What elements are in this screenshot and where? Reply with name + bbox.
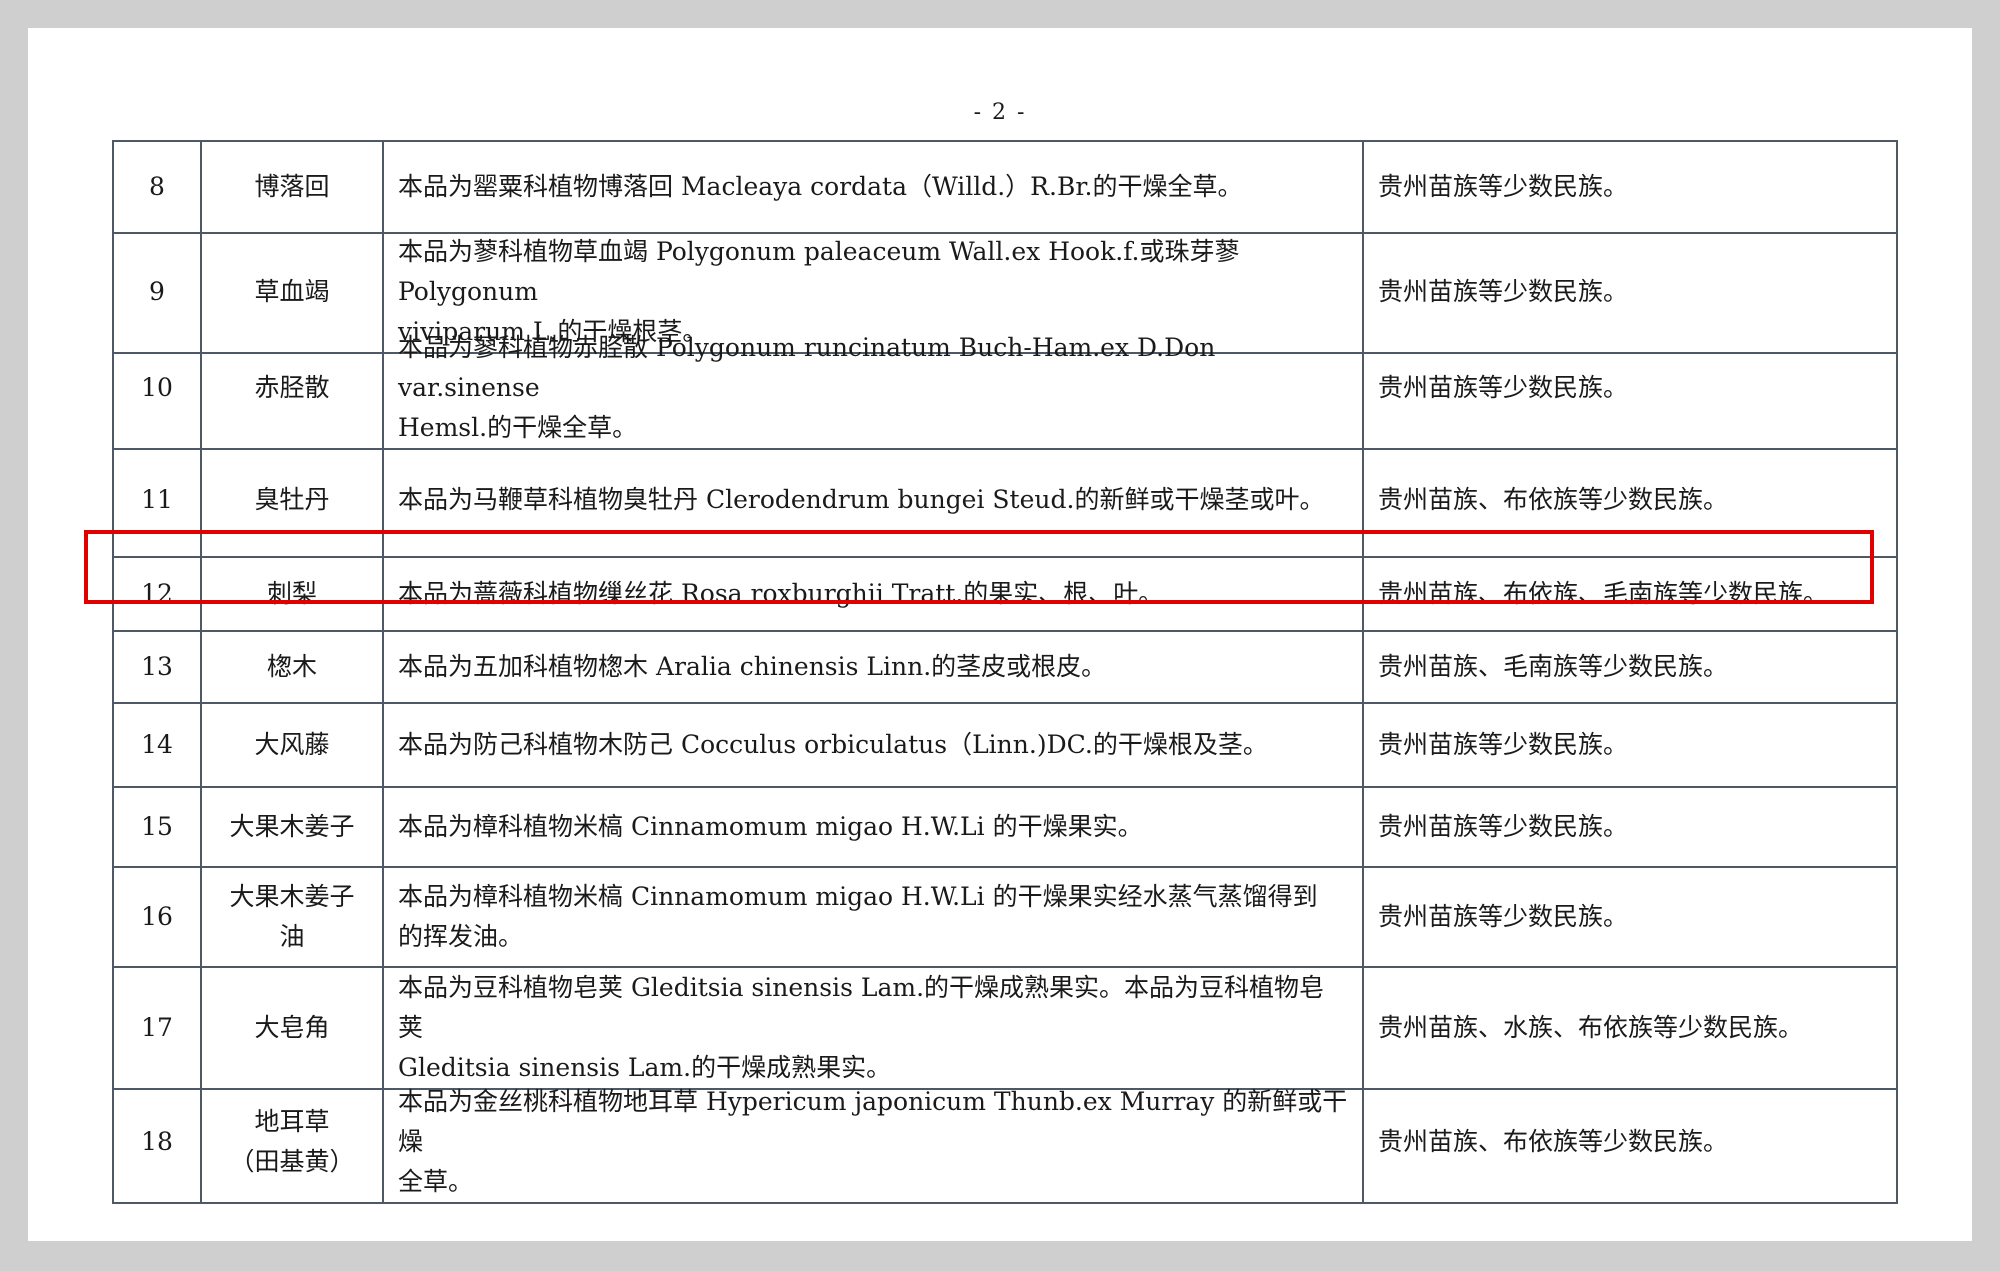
ethnic-usage: 贵州苗族、布依族、毛南族等少数民族。 (1364, 558, 1898, 632)
ethnic-usage: 贵州苗族、水族、布依族等少数民族。 (1364, 968, 1898, 1090)
table-row: 9 草血竭 本品为蓼科植物草血竭 Polygonum paleaceum Wall.… (112, 232, 1898, 354)
ethnic-usage-text: 贵州苗族等少数民族。 (1378, 172, 1629, 201)
herb-name: 大果木姜子 油 (202, 868, 384, 968)
herb-description-text: 本品为蓼科植物赤胫散 Polygonum runcinatum Buch-Ham… (398, 333, 1216, 442)
ethnic-usage-text: 贵州苗族、布依族等少数民族。 (1378, 484, 1729, 514)
herb-name: 博落回 (202, 140, 384, 234)
herb-description: 本品为金丝桃科植物地耳草 Hypericum japonicum Thunb.e… (384, 1082, 1364, 1204)
ethnic-usage-text: 贵州苗族、布依族等少数民族。 (1378, 1127, 1729, 1156)
herb-name-text: 赤胫散 (254, 373, 330, 402)
herb-description: 本品为豆科植物皂荚 Gleditsia sinensis Lam.的干燥成熟果实… (384, 968, 1364, 1090)
ethnic-usage: 贵州苗族、布依族等少数民族。 (1364, 443, 1898, 558)
table-row: 17 大皂角 本品为豆科植物皂荚 Gleditsia sinensis Lam.的干… (112, 968, 1898, 1090)
herb-name-text: 楤木 (266, 652, 317, 681)
table-row: 12 刺梨 本品为蔷薇科植物缫丝花 Rosa roxburghii Tratt.的果… (112, 558, 1898, 632)
herb-name-text: 大皂角 (254, 1013, 330, 1042)
page-number: - 2 - (973, 100, 1027, 125)
ethnic-usage: 贵州苗族等少数民族。 (1364, 704, 1898, 788)
herb-name: 赤胫散 (202, 328, 384, 450)
row-number: 17 (112, 968, 202, 1090)
herb-description-text: 本品为马鞭草科植物臭牡丹 Clerodendrum bungei Steud.的… (398, 484, 1325, 514)
table-row: 11 臭牡丹 本品为马鞭草科植物臭牡丹 Clerodendrum bungei St… (112, 443, 1898, 558)
herb-description: 本品为罂粟科植物博落回 Macleaya cordata（Willd.）R.Br… (384, 140, 1364, 234)
document-page: - 2 - 8 博落回 本品为罂粟科植物博落回 Macleaya cordata（W… (28, 28, 1972, 1241)
ethnic-usage: 贵州苗族等少数民族。 (1364, 328, 1898, 450)
herb-name-text: 臭牡丹 (254, 484, 330, 514)
herb-description-text: 本品为罂粟科植物博落回 Macleaya cordata（Willd.）R.Br… (398, 172, 1243, 201)
row-number-text: 16 (141, 902, 173, 931)
ethnic-usage-text: 贵州苗族等少数民族。 (1378, 812, 1629, 841)
herb-description: 本品为樟科植物米槁 Cinnamomum migao H.W.Li 的干燥果实经… (384, 868, 1364, 968)
row-number-text: 12 (141, 579, 173, 608)
row-number: 15 (112, 788, 202, 868)
herb-name: 大皂角 (202, 968, 384, 1090)
herb-description: 本品为马鞭草科植物臭牡丹 Clerodendrum bungei Steud.的… (384, 443, 1364, 558)
row-number: 16 (112, 868, 202, 968)
herb-description-text: 本品为五加科植物楤木 Aralia chinensis Linn.的茎皮或根皮。 (398, 652, 1107, 681)
row-number-text: 8 (149, 172, 165, 201)
herb-description: 本品为五加科植物楤木 Aralia chinensis Linn.的茎皮或根皮。 (384, 632, 1364, 704)
ethnic-usage: 贵州苗族、毛南族等少数民族。 (1364, 632, 1898, 704)
row-number: 8 (112, 140, 202, 234)
table-row: 15 大果木姜子 本品为樟科植物米槁 Cinnamomum migao H.W.Li… (112, 788, 1898, 868)
row-number: 10 (112, 328, 202, 450)
ethnic-usage-text: 贵州苗族等少数民族。 (1378, 277, 1629, 306)
herb-description: 本品为防己科植物木防己 Cocculus orbiculatus（Linn.)D… (384, 704, 1364, 788)
ethnic-usage-text: 贵州苗族等少数民族。 (1378, 373, 1629, 402)
herb-name: 大果木姜子 (202, 788, 384, 868)
row-number-text: 18 (141, 1127, 173, 1156)
herb-name-text: 大果木姜子 油 (229, 882, 355, 951)
row-number-text: 10 (141, 373, 173, 402)
table-row: 18 地耳草 （田基黄） 本品为金丝桃科植物地耳草 Hypericum japoni… (112, 1082, 1898, 1204)
table-row: 16 大果木姜子 油本品为樟科植物米槁 Cinnamomum migao H.W.… (112, 868, 1898, 968)
herb-description-text: 本品为樟科植物米槁 Cinnamomum migao H.W.Li 的干燥果实经… (398, 882, 1318, 951)
row-number-text: 11 (141, 484, 173, 514)
herb-name-text: 大果木姜子 (229, 812, 355, 841)
herb-name: 臭牡丹 (202, 443, 384, 558)
table-row: 14 大风藤 本品为防己科植物木防己 Cocculus orbiculatus（Li… (112, 704, 1898, 788)
herb-name: 地耳草 （田基黄） (202, 1082, 384, 1204)
ethnic-usage-text: 贵州苗族、水族、布依族等少数民族。 (1378, 1013, 1804, 1042)
herb-name-text: 刺梨 (266, 579, 317, 608)
herb-name-text: 草血竭 (254, 277, 330, 306)
herb-name: 楤木 (202, 632, 384, 704)
herb-description-text: 本品为豆科植物皂荚 Gleditsia sinensis Lam.的干燥成熟果实… (398, 973, 1325, 1082)
herb-description: 本品为樟科植物米槁 Cinnamomum migao H.W.Li 的干燥果实。 (384, 788, 1364, 868)
herb-description-text: 本品为防己科植物木防己 Cocculus orbiculatus（Linn.)D… (398, 730, 1268, 759)
ethnic-usage-text: 贵州苗族、布依族、毛南族等少数民族。 (1378, 579, 1829, 608)
herb-description: 本品为蔷薇科植物缫丝花 Rosa roxburghii Tratt.的果实、根、… (384, 558, 1364, 632)
ethnic-usage: 贵州苗族等少数民族。 (1364, 140, 1898, 234)
ethnic-usage: 贵州苗族、布依族等少数民族。 (1364, 1082, 1898, 1204)
herb-description: 本品为蓼科植物赤胫散 Polygonum runcinatum Buch-Ham… (384, 328, 1364, 450)
row-number-text: 14 (141, 730, 173, 759)
herb-name-text: 地耳草 （田基黄） (229, 1107, 355, 1176)
herb-description-text: 本品为金丝桃科植物地耳草 Hypericum japonicum Thunb.e… (398, 1087, 1348, 1196)
herb-name: 大风藤 (202, 704, 384, 788)
row-number-text: 13 (141, 652, 173, 681)
row-number: 14 (112, 704, 202, 788)
herb-description-text: 本品为蔷薇科植物缫丝花 Rosa roxburghii Tratt.的果实、根、… (398, 579, 1164, 608)
row-number: 18 (112, 1082, 202, 1204)
row-number: 11 (112, 443, 202, 558)
row-number: 12 (112, 558, 202, 632)
herb-name-text: 大风藤 (254, 730, 330, 759)
ethnic-usage-text: 贵州苗族等少数民族。 (1378, 902, 1629, 931)
table-row: 13 楤木 本品为五加科植物楤木 Aralia chinensis Linn.的茎皮… (112, 632, 1898, 704)
table-row: 8 博落回 本品为罂粟科植物博落回 Macleaya cordata（Willd.）… (112, 140, 1898, 234)
row-number-text: 15 (141, 812, 173, 841)
ethnic-usage: 贵州苗族等少数民族。 (1364, 868, 1898, 968)
herb-name-text: 博落回 (254, 172, 330, 201)
row-number-text: 17 (141, 1013, 173, 1042)
ethnic-usage-text: 贵州苗族、毛南族等少数民族。 (1378, 652, 1729, 681)
row-number: 13 (112, 632, 202, 704)
ethnic-usage-text: 贵州苗族等少数民族。 (1378, 730, 1629, 759)
ethnic-usage: 贵州苗族等少数民族。 (1364, 788, 1898, 868)
herb-name: 刺梨 (202, 558, 384, 632)
table-row: 10 赤胫散 本品为蓼科植物赤胫散 Polygonum runcinatum Buc… (112, 328, 1898, 450)
herb-description-text: 本品为樟科植物米槁 Cinnamomum migao H.W.Li 的干燥果实。 (398, 812, 1143, 841)
row-number-text: 9 (149, 277, 165, 306)
